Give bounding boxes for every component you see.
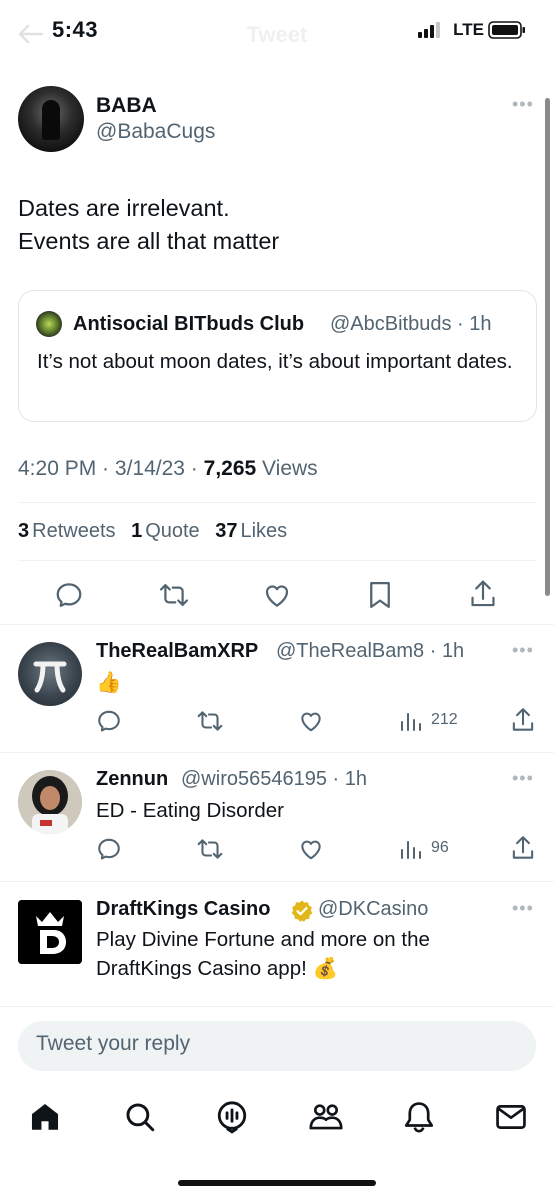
retweet-icon[interactable] [196, 836, 224, 862]
quoted-tweet[interactable]: Antisocial BITbuds Club @AbcBitbuds · 1h… [18, 290, 537, 422]
views-icon[interactable] [400, 838, 422, 860]
divider [18, 502, 536, 503]
search-icon[interactable] [123, 1100, 157, 1134]
reply-author-meta: @TheRealBam8 · 1h [276, 640, 465, 662]
ad-author-name[interactable]: DraftKings Casino [96, 898, 270, 921]
author-avatar[interactable] [18, 86, 84, 152]
views-label: Views [262, 457, 318, 480]
quotes-stat[interactable]: 1 Quote [131, 520, 200, 542]
author-name[interactable]: BABA [96, 94, 157, 118]
ad-logo[interactable] [18, 900, 82, 964]
reply-icon[interactable] [96, 836, 122, 862]
retweet-icon[interactable] [158, 580, 190, 610]
like-icon[interactable] [298, 836, 324, 862]
retweet-icon[interactable] [196, 708, 224, 734]
network-label: LTE [453, 20, 484, 39]
status-bar: 5:43 Tweet LTE [0, 0, 554, 62]
views-icon[interactable] [400, 710, 422, 732]
reply-icon[interactable] [54, 580, 84, 610]
battery-icon [488, 20, 526, 40]
messages-icon[interactable] [494, 1100, 528, 1134]
home-indicator[interactable] [178, 1180, 376, 1186]
divider [0, 752, 554, 753]
likes-stat[interactable]: 37 Likes [215, 520, 287, 542]
communities-icon[interactable] [308, 1100, 344, 1134]
more-options-icon[interactable]: ••• [512, 898, 534, 919]
engagement-counts: 3 Retweets 1 Quote 37 Likes [18, 520, 297, 543]
quoted-author-meta: @AbcBitbuds · 1h [330, 313, 492, 335]
reply-avatar[interactable] [18, 770, 82, 834]
quoted-author-avatar [36, 311, 62, 337]
like-icon[interactable] [298, 708, 324, 734]
divider [0, 881, 554, 882]
reply-icon[interactable] [96, 708, 122, 734]
reply-composer[interactable] [18, 1021, 536, 1071]
quoted-age: 1h [469, 313, 492, 335]
quoted-author-handle: @AbcBitbuds [330, 313, 452, 335]
tweet-text-line: Dates are irrelevant. [18, 195, 230, 221]
views-count: 212 [431, 711, 458, 728]
tweet-text: Dates are irrelevant. Events are all tha… [18, 192, 279, 258]
tweet-timestamp: 4:20 PM · 3/14/23 · 7,265 Views [18, 457, 318, 480]
reply-text: 👍 [96, 671, 122, 694]
more-options-icon[interactable]: ••• [512, 94, 534, 115]
notifications-icon[interactable] [402, 1100, 436, 1134]
reply-input[interactable] [36, 1032, 516, 1056]
reply-avatar[interactable] [18, 642, 82, 706]
reply-author-name[interactable]: TheRealBamXRP [96, 640, 258, 663]
ad-author-handle: @DKCasino [318, 898, 429, 920]
more-options-icon[interactable]: ••• [512, 640, 534, 661]
share-icon[interactable] [468, 578, 498, 610]
reply-text: ED - Eating Disorder [96, 799, 284, 822]
tweet-date: 3/14/23 [114, 457, 185, 480]
ad-text-line: Play Divine Fortune and more on the [96, 928, 430, 951]
quoted-text: It’s not about moon dates, it’s about im… [37, 350, 513, 373]
signal-icon [418, 22, 442, 38]
tweet-time: 4:20 PM [18, 457, 97, 480]
views-count: 96 [431, 839, 449, 856]
views-count: 7,265 [203, 457, 257, 480]
tweet-text-line: Events are all that matter [18, 228, 280, 254]
divider [0, 1006, 554, 1007]
spaces-icon[interactable] [215, 1100, 249, 1134]
verified-badge-icon [290, 899, 314, 923]
share-icon[interactable] [510, 706, 536, 734]
like-icon[interactable] [262, 580, 292, 610]
reply-author-name[interactable]: Zennun [96, 768, 168, 791]
retweets-stat[interactable]: 3 Retweets [18, 520, 116, 542]
divider [18, 560, 536, 561]
quoted-author-name: Antisocial BITbuds Club [73, 313, 305, 335]
more-options-icon[interactable]: ••• [512, 768, 534, 789]
author-handle[interactable]: @BabaCugs [96, 120, 215, 144]
reply-author-meta: @wiro56546195 · 1h [181, 768, 367, 790]
ad-text: Play Divine Fortune and more on the Draf… [96, 925, 430, 983]
ad-text-line: DraftKings Casino app! 💰 [96, 957, 339, 980]
home-icon[interactable] [28, 1100, 62, 1134]
share-icon[interactable] [510, 834, 536, 862]
bookmark-icon[interactable] [366, 580, 394, 610]
scrollbar[interactable] [545, 98, 550, 596]
divider [0, 624, 554, 625]
